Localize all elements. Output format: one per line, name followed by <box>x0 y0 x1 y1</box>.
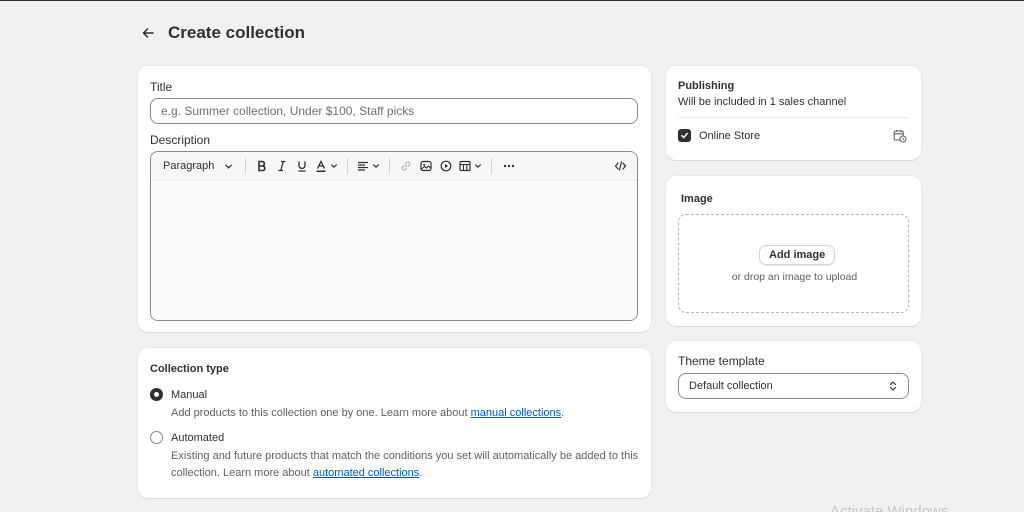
underline-button[interactable] <box>292 155 312 177</box>
chevron-down-icon <box>225 164 233 169</box>
text-color-icon <box>316 159 326 172</box>
italic-button[interactable] <box>272 155 292 177</box>
arrow-left-icon <box>142 28 154 38</box>
insert-image-button[interactable] <box>416 155 436 177</box>
collection-type-heading: Collection type <box>150 363 229 375</box>
theme-template-card: Theme template Default collection <box>666 341 921 412</box>
radio-option-automated[interactable]: Automated <box>150 431 224 444</box>
automated-help-text: Existing and future products that match … <box>171 448 641 482</box>
radio-automated[interactable] <box>150 431 163 444</box>
theme-template-select[interactable]: Default collection <box>678 373 909 399</box>
align-button[interactable] <box>354 155 383 177</box>
toolbar-divider <box>389 158 391 174</box>
channel-online-store[interactable]: Online Store <box>678 129 760 142</box>
select-arrows-icon <box>889 381 897 391</box>
page-title: Create collection <box>168 23 305 42</box>
publishing-heading: Publishing <box>678 80 735 92</box>
back-button[interactable] <box>138 23 158 43</box>
bold-icon <box>258 160 266 172</box>
code-icon <box>614 161 626 171</box>
radio-option-manual[interactable]: Manual <box>150 388 207 401</box>
details-card: Title Description Paragraph <box>138 66 651 332</box>
show-html-button[interactable] <box>609 155 631 177</box>
text-color-button[interactable] <box>312 155 341 177</box>
insert-table-button[interactable] <box>456 155 485 177</box>
chevron-down-icon <box>373 164 380 168</box>
more-options-button[interactable] <box>498 155 520 177</box>
publishing-divider <box>678 117 909 118</box>
theme-template-value: Default collection <box>689 380 773 392</box>
manual-collections-link[interactable]: manual collections <box>471 407 562 419</box>
chevron-down-icon <box>475 164 482 168</box>
link-button[interactable] <box>396 155 416 177</box>
theme-template-label: Theme template <box>678 354 765 368</box>
toolbar-divider <box>347 158 349 174</box>
radio-manual-label: Manual <box>171 388 208 401</box>
manual-help-suffix: . <box>561 407 565 419</box>
radio-automated-label: Automated <box>171 431 225 444</box>
manual-help-prefix: Add products to this collection one by o… <box>171 407 471 419</box>
publishing-card: Publishing Will be included in 1 sales c… <box>666 66 921 160</box>
page-header: Create collection <box>138 21 305 45</box>
automated-help-suffix: . <box>419 467 423 479</box>
radio-manual[interactable] <box>150 388 163 401</box>
toolbar-divider <box>245 158 247 174</box>
more-horizontal-icon <box>504 164 515 168</box>
insert-video-button[interactable] <box>436 155 456 177</box>
editor-toolbar: Paragraph <box>151 152 637 181</box>
toolbar-divider <box>491 158 493 174</box>
manual-help-text: Add products to this collection one by o… <box>171 405 641 422</box>
description-editor: Paragraph <box>150 151 638 321</box>
table-icon <box>459 160 471 172</box>
schedule-button[interactable] <box>893 129 909 145</box>
italic-icon <box>278 160 286 172</box>
image-card: Image Add image or drop an image to uplo… <box>666 176 921 326</box>
image-dropzone[interactable]: Add image or drop an image to upload <box>678 214 909 313</box>
title-input[interactable] <box>150 98 638 124</box>
video-icon <box>440 160 452 172</box>
calendar-clock-icon <box>893 130 907 143</box>
description-editor-body[interactable] <box>151 181 637 320</box>
collection-type-card: Collection type Manual Add products to t… <box>138 348 651 498</box>
add-image-button[interactable]: Add image <box>759 245 836 265</box>
bold-button[interactable] <box>252 155 272 177</box>
align-left-icon <box>358 161 369 171</box>
drop-hint-text: or drop an image to upload <box>731 271 858 283</box>
online-store-checkbox[interactable] <box>678 129 691 142</box>
image-icon <box>420 160 432 172</box>
paragraph-format-select[interactable]: Paragraph <box>159 155 237 177</box>
online-store-label: Online Store <box>699 129 761 142</box>
publishing-subtext: Will be included in 1 sales channel <box>678 96 847 108</box>
automated-collections-link[interactable]: automated collections <box>313 467 419 479</box>
activation-watermark: Activate Windows <box>830 503 949 512</box>
image-heading: Image <box>681 193 713 205</box>
paragraph-label: Paragraph <box>163 160 215 172</box>
underline-icon <box>298 161 307 172</box>
chevron-down-icon <box>331 164 338 168</box>
link-icon <box>402 161 411 171</box>
description-label: Description <box>150 133 211 147</box>
title-label: Title <box>150 80 173 94</box>
checkmark-icon <box>681 132 688 139</box>
